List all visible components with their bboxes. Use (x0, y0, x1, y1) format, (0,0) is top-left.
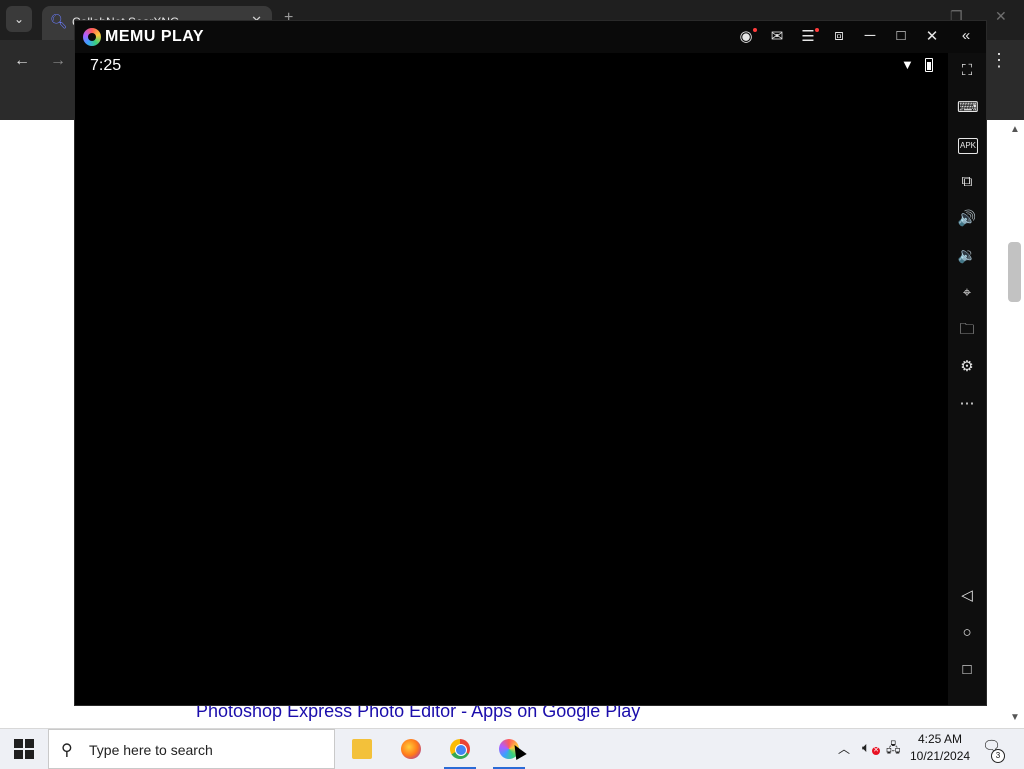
mail-icon[interactable]: ✉ (767, 27, 787, 45)
android-screen[interactable]: 7:25 ▼ (75, 53, 948, 705)
scroll-up-icon[interactable]: ▲ (1010, 124, 1020, 135)
scroll-down-icon[interactable]: ▼ (1010, 712, 1020, 723)
tab-list-button[interactable]: ⌄ (6, 6, 32, 32)
screen-cast-icon[interactable]: ⧈ (829, 27, 849, 44)
android-recents-icon[interactable]: □ (957, 660, 977, 680)
settings-icon[interactable]: ⚙ (957, 357, 977, 377)
volume-icon[interactable]: 🔈︎ (862, 739, 870, 756)
menu-notification-dot (815, 28, 819, 32)
close-icon[interactable]: ✕ (922, 27, 942, 45)
chrome-app[interactable] (444, 733, 476, 769)
location-icon[interactable]: ⌖ (957, 283, 977, 303)
fullscreen-icon[interactable]: ⛶ (957, 61, 977, 81)
file-explorer-app[interactable] (346, 733, 378, 765)
scrollbar-thumb[interactable] (1008, 242, 1021, 302)
firefox-icon (401, 739, 421, 759)
account-notification-dot (753, 28, 757, 32)
tray-overflow-icon[interactable]: ︿ (838, 740, 850, 757)
android-home-icon[interactable]: ○ (957, 623, 977, 643)
maximize-icon[interactable]: □ (891, 27, 911, 44)
memu-brand: MEMU PLAY (105, 28, 205, 45)
more-icon[interactable]: ⋯ (957, 394, 977, 414)
minimize-icon[interactable]: ─ (860, 27, 880, 44)
battery-icon (925, 58, 933, 72)
file-explorer-icon (352, 739, 372, 759)
folder-icon[interactable]: 🗀 (957, 320, 977, 340)
windows-start-icon[interactable] (14, 739, 34, 759)
search-icon: ⚲ (61, 742, 73, 759)
forward-button[interactable]: → (50, 52, 66, 70)
apk-install-icon[interactable]: APK (958, 138, 978, 154)
multi-instance-icon[interactable]: ⧉ (957, 172, 977, 192)
notification-count: 3 (991, 749, 1005, 763)
clock-time[interactable]: 4:25 AM (910, 732, 970, 746)
taskbar-search-box[interactable]: ⚲ Type here to search (48, 729, 335, 769)
memu-titlebar[interactable]: MEMU PLAY ◉ ✉ ☰ ⧈ ─ □ ✕ « (75, 21, 986, 53)
memu-logo-icon (83, 28, 101, 46)
search-placeholder: Type here to search (89, 742, 213, 758)
android-status-time: 7:25 (90, 57, 122, 74)
side-toolbar: ⛶ ⌨ APK ⧉ 🔊 🔉 ⌖ 🗀 ⚙ ⋯ ◁ ○ □ (948, 53, 986, 705)
collapse-sidebar-icon[interactable]: « (956, 27, 976, 44)
network-icon[interactable]: 🖧 (886, 739, 901, 761)
clock-date[interactable]: 10/21/2024 (910, 749, 970, 763)
browser-menu-button[interactable]: ⋮ (990, 50, 1008, 71)
wifi-icon: ▼ (901, 57, 914, 72)
back-button[interactable]: ← (14, 52, 30, 70)
firefox-app[interactable] (395, 733, 427, 765)
android-back-icon[interactable]: ◁ (957, 586, 977, 606)
keyboard-icon[interactable]: ⌨ (957, 98, 979, 118)
muted-badge-icon: ✕ (872, 747, 880, 755)
browser-close-icon[interactable]: ✕ (995, 8, 1007, 25)
search-favicon-icon: 🔍︎ (50, 13, 68, 29)
volume-up-icon[interactable]: 🔊 (957, 209, 977, 229)
memu-window: MEMU PLAY ◉ ✉ ☰ ⧈ ─ □ ✕ « 7:25 ▼ ⛶ ⌨ APK… (74, 20, 987, 706)
chrome-icon (450, 739, 470, 759)
volume-down-icon[interactable]: 🔉 (957, 246, 977, 266)
